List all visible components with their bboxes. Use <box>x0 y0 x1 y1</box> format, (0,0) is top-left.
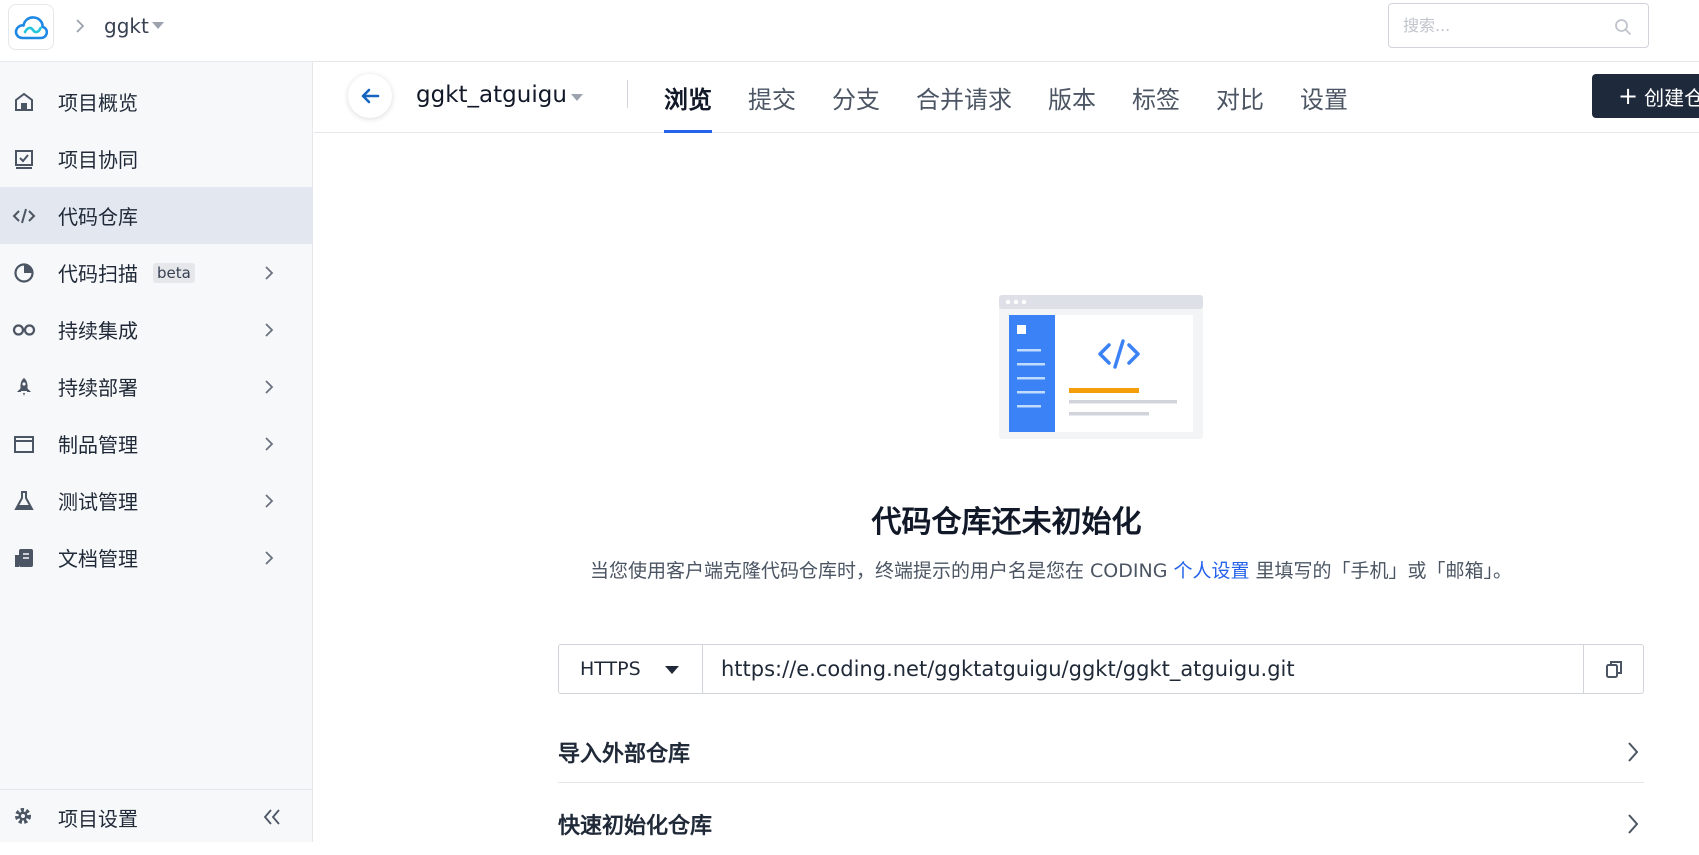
copy-button[interactable] <box>1583 645 1643 693</box>
checkbox-icon <box>12 147 36 171</box>
infinity-icon <box>12 318 36 342</box>
flask-icon <box>12 489 36 513</box>
home-icon <box>12 90 36 114</box>
sidebar-item-label: 代码扫描 <box>58 262 138 286</box>
divider <box>627 80 628 108</box>
scan-icon <box>12 261 36 285</box>
sidebar-item-label: 制品管理 <box>58 433 138 457</box>
top-bar: ggkt <box>0 0 1699 62</box>
sidebar: 项目概览 项目协同 代码仓库 代码扫描 beta 持续集成 持续部署 制品管理 … <box>0 62 313 842</box>
chevron-right-icon <box>1628 741 1639 762</box>
sidebar-item-collaboration[interactable]: 项目协同 <box>0 130 313 187</box>
sidebar-item-code-scan[interactable]: 代码扫描 beta <box>0 244 313 301</box>
search-input[interactable] <box>1403 4 1613 47</box>
caret-down-icon[interactable] <box>152 22 164 29</box>
code-icon <box>12 204 36 228</box>
sidebar-item-overview[interactable]: 项目概览 <box>0 73 313 130</box>
repo-tabs: 浏览 提交 分支 合并请求 版本 标签 对比 设置 <box>664 62 1384 133</box>
sidebar-item-label: 测试管理 <box>58 490 138 514</box>
beta-badge: beta <box>153 262 195 283</box>
breadcrumb-chevron-icon <box>76 19 85 33</box>
protocol-select[interactable]: HTTPS <box>559 645 703 693</box>
create-button-label: 创建仓 <box>1644 85 1699 110</box>
desc-text: 当您使用客户端克隆代码仓库时，终端提示的用户名是您在 CODING <box>590 560 1174 582</box>
sidebar-item-label: 代码仓库 <box>58 205 138 229</box>
clone-url-field[interactable]: https://e.coding.net/ggktatguigu/ggkt/gg… <box>721 657 1295 681</box>
package-icon <box>12 432 36 456</box>
chevron-right-icon[interactable] <box>262 550 276 565</box>
personal-settings-link[interactable]: 个人设置 <box>1173 560 1249 582</box>
tab-browse[interactable]: 浏览 <box>664 62 712 133</box>
search-icon[interactable] <box>1614 18 1632 36</box>
create-repo-button[interactable]: + 创建仓 <box>1592 74 1699 118</box>
sidebar-item-label: 文档管理 <box>58 547 138 571</box>
sidebar-item-label: 项目概览 <box>58 91 138 115</box>
tab-settings[interactable]: 设置 <box>1300 62 1348 133</box>
repo-selector[interactable]: ggkt_atguigu <box>416 82 567 108</box>
caret-down-icon <box>665 666 679 674</box>
sidebar-item-testing[interactable]: 测试管理 <box>0 472 313 529</box>
coding-logo-icon[interactable] <box>8 4 54 50</box>
tab-compare[interactable]: 对比 <box>1216 62 1264 133</box>
sidebar-item-cd[interactable]: 持续部署 <box>0 358 313 415</box>
gear-icon[interactable] <box>12 805 34 831</box>
tab-merge-requests[interactable]: 合并请求 <box>916 62 1012 133</box>
book-icon <box>12 546 36 570</box>
chevron-right-icon[interactable] <box>262 322 276 337</box>
tab-releases[interactable]: 版本 <box>1048 62 1096 133</box>
arrow-left-icon <box>361 88 380 104</box>
protocol-label: HTTPS <box>580 658 641 680</box>
tab-commits[interactable]: 提交 <box>748 62 796 133</box>
chevron-right-icon[interactable] <box>262 493 276 508</box>
caret-down-icon[interactable] <box>571 94 583 101</box>
sidebar-item-ci[interactable]: 持续集成 <box>0 301 313 358</box>
tab-tags[interactable]: 标签 <box>1132 62 1180 133</box>
import-external-repo-row[interactable]: 导入外部仓库 <box>558 721 1644 783</box>
sidebar-item-label: 持续集成 <box>58 319 138 343</box>
rocket-icon <box>12 375 36 399</box>
tab-branches[interactable]: 分支 <box>832 62 880 133</box>
sidebar-item-label: 持续部署 <box>58 376 138 400</box>
sidebar-item-label: 项目协同 <box>58 148 138 172</box>
search-box[interactable] <box>1388 3 1649 48</box>
quick-init-repo-label: 快速初始化仓库 <box>558 814 713 839</box>
project-selector[interactable]: ggkt <box>104 14 149 38</box>
plus-icon: + <box>1618 82 1639 110</box>
import-external-repo-label: 导入外部仓库 <box>558 741 691 767</box>
chevron-right-icon[interactable] <box>262 379 276 394</box>
quick-init-repo-row[interactable]: 快速初始化仓库 <box>558 793 1644 855</box>
chevron-right-icon[interactable] <box>262 265 276 280</box>
empty-repo-illustration <box>999 295 1203 439</box>
sidebar-item-docs[interactable]: 文档管理 <box>0 529 313 586</box>
desc-text: 里填写的「手机」或「邮箱」。 <box>1249 560 1513 582</box>
project-settings-link[interactable]: 项目设置 <box>58 803 138 832</box>
sidebar-item-artifacts[interactable]: 制品管理 <box>0 415 313 472</box>
back-button[interactable] <box>348 74 392 118</box>
sidebar-footer: 项目设置 <box>0 789 313 842</box>
clone-url-box: HTTPS https://e.coding.net/ggktatguigu/g… <box>558 644 1644 694</box>
collapse-sidebar-icon[interactable] <box>262 808 282 826</box>
empty-state-description: 当您使用客户端克隆代码仓库时，终端提示的用户名是您在 CODING 个人设置 里… <box>590 556 1512 583</box>
chevron-right-icon[interactable] <box>262 436 276 451</box>
copy-icon <box>1605 661 1622 678</box>
sidebar-item-code-repo[interactable]: 代码仓库 <box>0 187 313 244</box>
repo-header: ggkt_atguigu 浏览 提交 分支 合并请求 版本 标签 对比 设置 +… <box>314 62 1699 133</box>
chevron-right-icon <box>1628 814 1639 834</box>
empty-state-title: 代码仓库还未初始化 <box>871 505 1142 540</box>
